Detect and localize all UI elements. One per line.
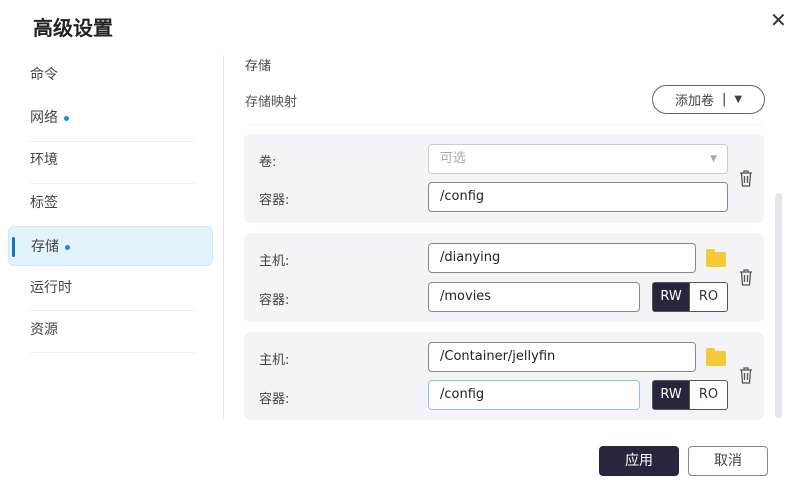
trash-icon[interactable] <box>739 269 753 286</box>
sidebar-item-label: 存储 <box>31 239 59 255</box>
folder-icon[interactable] <box>706 348 726 366</box>
modified-dot-icon <box>65 244 70 250</box>
host-path-input[interactable]: /Container/jellyfin <box>428 342 696 372</box>
chevron-down-icon: ▼ <box>710 154 717 164</box>
folder-icon[interactable] <box>706 249 726 267</box>
divider <box>30 352 195 353</box>
modified-dot-icon <box>64 115 69 121</box>
vertical-divider <box>223 55 224 420</box>
container-path-input[interactable]: /config <box>428 380 640 410</box>
volume-select[interactable]: 可选 ▼ <box>428 144 728 174</box>
divider <box>248 124 763 125</box>
scrollbar[interactable] <box>775 193 782 418</box>
subsection-title: 存储映射 <box>245 95 298 110</box>
sidebar-item-resources[interactable]: 资源 <box>8 310 213 350</box>
volume-label: 卷: <box>259 155 277 170</box>
chevron-down-icon[interactable]: ▼ <box>734 94 742 105</box>
rw-toggle[interactable]: RW <box>652 380 690 410</box>
sidebar-item-storage[interactable]: 存储 <box>8 226 213 266</box>
container-label: 容器: <box>259 392 290 407</box>
trash-icon[interactable] <box>739 170 753 187</box>
sidebar-item-label: 标签 <box>30 195 58 211</box>
volume-placeholder: 可选 <box>440 151 467 166</box>
add-volume-label: 添加卷 <box>674 94 714 109</box>
cancel-button[interactable]: 取消 <box>688 446 768 476</box>
rw-toggle[interactable]: RW <box>652 282 690 312</box>
sidebar-item-label: 网络 <box>30 110 58 126</box>
sidebar-item-label: 环境 <box>30 152 58 168</box>
container-label: 容器: <box>259 193 290 208</box>
section-title: 存储 <box>245 59 272 74</box>
sidebar-item-labels[interactable]: 标签 <box>8 183 213 223</box>
sidebar-item-runtime[interactable]: 运行时 <box>8 268 213 308</box>
trash-icon[interactable] <box>739 367 753 384</box>
sidebar-item-label: 资源 <box>30 322 58 338</box>
close-icon[interactable]: ✕ <box>770 8 787 32</box>
ro-toggle[interactable]: RO <box>690 282 728 312</box>
add-volume-button[interactable]: 添加卷 | ▼ <box>652 85 765 114</box>
container-label: 容器: <box>259 293 290 308</box>
sidebar-item-label: 命令 <box>30 67 58 83</box>
host-label: 主机: <box>259 353 290 368</box>
sidebar-item-command[interactable]: 命令 <box>8 55 213 95</box>
separator: | <box>721 92 727 107</box>
sidebar-item-network[interactable]: 网络 <box>8 98 213 138</box>
dialog-title: 高级设置 <box>33 16 113 40</box>
container-path-input[interactable]: /config <box>428 182 728 212</box>
sidebar-item-environment[interactable]: 环境 <box>8 140 213 180</box>
host-path-input[interactable]: /dianying <box>428 243 696 273</box>
sidebar-item-label: 运行时 <box>30 280 72 296</box>
apply-button[interactable]: 应用 <box>599 446 679 476</box>
container-path-input[interactable]: /movies <box>428 282 640 312</box>
ro-toggle[interactable]: RO <box>690 380 728 410</box>
host-label: 主机: <box>259 254 290 269</box>
